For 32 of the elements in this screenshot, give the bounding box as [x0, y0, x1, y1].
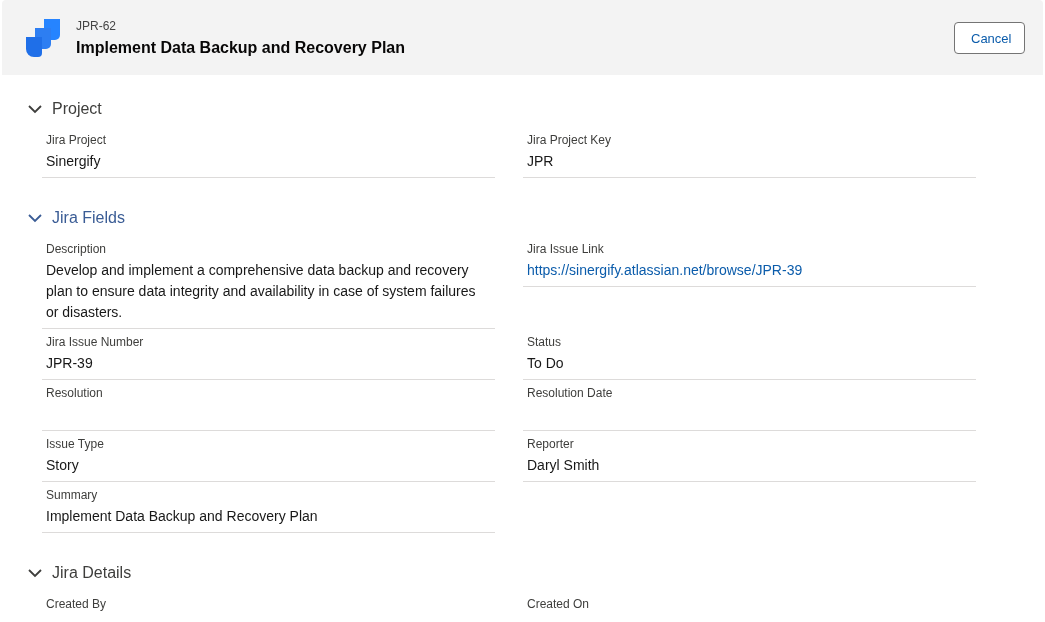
- field-label: Jira Issue Link: [527, 242, 605, 256]
- field-label: Reporter: [527, 437, 575, 451]
- field-value: Daryl Smith: [527, 456, 601, 475]
- field-label: Jira Issue Number: [46, 335, 145, 349]
- section-title[interactable]: Project: [52, 100, 102, 118]
- field-value: JPR: [527, 152, 555, 171]
- chevron-icon[interactable]: [28, 104, 42, 114]
- field-label: Resolution Date: [527, 386, 614, 400]
- chevron-icon[interactable]: [28, 213, 42, 223]
- app-logo-icon: [24, 18, 62, 57]
- field-value: JPR-39: [46, 354, 94, 373]
- field-value: Story: [46, 456, 80, 475]
- field-label: Jira Project: [46, 133, 108, 147]
- field-label: Jira Project Key: [527, 133, 613, 147]
- field-label: Description: [46, 242, 108, 256]
- issue-title: Implement Data Backup and Recovery Plan: [76, 38, 406, 57]
- field-label: Status: [527, 335, 563, 349]
- chevron-icon[interactable]: [28, 568, 42, 578]
- cancel-button[interactable]: Cancel: [954, 21, 1025, 54]
- section-title[interactable]: Jira Fields: [52, 209, 125, 227]
- field-label: Summary: [46, 488, 99, 502]
- field-label: Created On: [527, 597, 591, 611]
- field-label: Resolution: [46, 386, 104, 400]
- field-label: Issue Type: [46, 437, 105, 451]
- issue-key: JPR-62: [76, 18, 954, 33]
- field-value: To Do: [527, 354, 565, 373]
- field-label: Created By: [46, 597, 108, 611]
- field-value: Sinergify: [46, 152, 102, 171]
- issue-link[interactable]: https://sinergify.atlassian.net/browse/JPR-39: [527, 260, 972, 281]
- field-value: Implement Data Backup and Recovery Plan: [46, 507, 319, 526]
- field-value: Develop and implement a comprehensive data backup and recovery plan to ensure data integrity and availability in case of system failures or disasters.: [46, 261, 477, 322]
- section-title[interactable]: Jira Details: [52, 564, 132, 582]
